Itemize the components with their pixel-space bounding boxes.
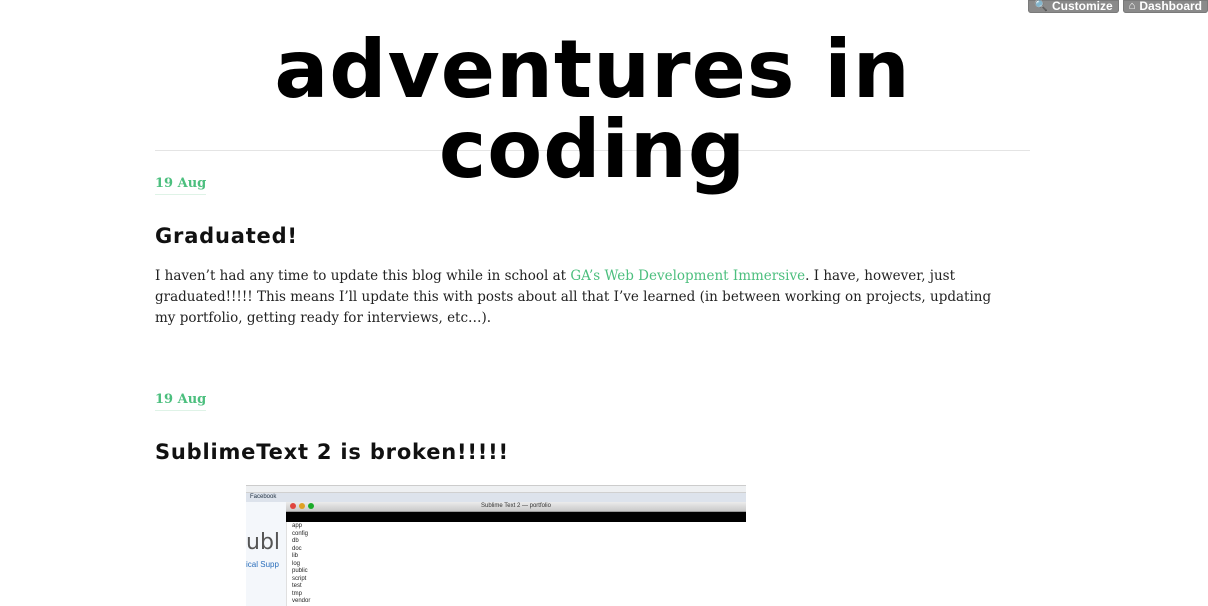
post-date[interactable]: 19 Aug xyxy=(155,392,207,411)
home-icon: ⌂ xyxy=(1128,0,1136,12)
customize-button[interactable]: 🔍 Customize xyxy=(1028,0,1119,13)
background-webpage: ubl ical Supp xyxy=(246,502,287,606)
page-fragment-text: ical Supp xyxy=(246,560,279,569)
tumblr-controls: 🔍 Customize ⌂ Dashboard xyxy=(1028,0,1208,13)
sublime-window-titlebar: Sublime Text 2 — portfolio xyxy=(286,502,746,512)
blog-header: adventures in coding xyxy=(155,18,1030,190)
folder-item: doc xyxy=(292,545,302,552)
post-title: Graduated! xyxy=(155,224,298,248)
customize-label: Customize xyxy=(1051,0,1113,13)
search-icon: 🔍 xyxy=(1034,0,1048,12)
folder-item: public xyxy=(292,568,308,574)
dashboard-label: Dashboard xyxy=(1139,0,1202,13)
broken-tab-bar xyxy=(286,512,746,522)
post-title: SublimeText 2 is broken!!!!! xyxy=(155,440,509,464)
bookmark-item: Facebook xyxy=(250,494,277,500)
folder-item: app xyxy=(292,523,303,529)
folder-tree: app config db doc lib log public script test tmp v… xyxy=(292,523,310,606)
address-bar xyxy=(246,486,746,493)
window-title: Sublime Text 2 — portfolio xyxy=(481,503,551,509)
page-fragment-text: ubl xyxy=(246,530,281,555)
blog-title[interactable]: adventures in coding xyxy=(155,30,1030,190)
dashboard-button[interactable]: ⌂ Dashboard xyxy=(1122,0,1208,13)
post-text: I haven’t had any time to update this bl… xyxy=(155,268,571,284)
folder-item: lib xyxy=(292,553,299,559)
folder-item: tmp xyxy=(292,590,303,597)
folder-item: log xyxy=(292,560,301,567)
post: 19 Aug SublimeText 2 is broken!!!!! xyxy=(155,388,1015,464)
folder-item: vendor xyxy=(292,598,311,604)
post: 19 Aug Graduated! I haven’t had any time… xyxy=(155,172,1015,329)
folder-item: db xyxy=(292,538,299,544)
folder-item: script xyxy=(292,575,307,582)
post-body: I haven’t had any time to update this bl… xyxy=(155,266,1015,329)
post-date[interactable]: 19 Aug xyxy=(155,176,207,195)
ga-wdi-link[interactable]: GA’s Web Development Immersive xyxy=(570,268,805,284)
post-screenshot-image: Facebook ubl ical Supp Sublime Text 2 — … xyxy=(246,485,746,606)
folder-item: test xyxy=(292,583,302,589)
folder-item: config xyxy=(292,530,309,537)
